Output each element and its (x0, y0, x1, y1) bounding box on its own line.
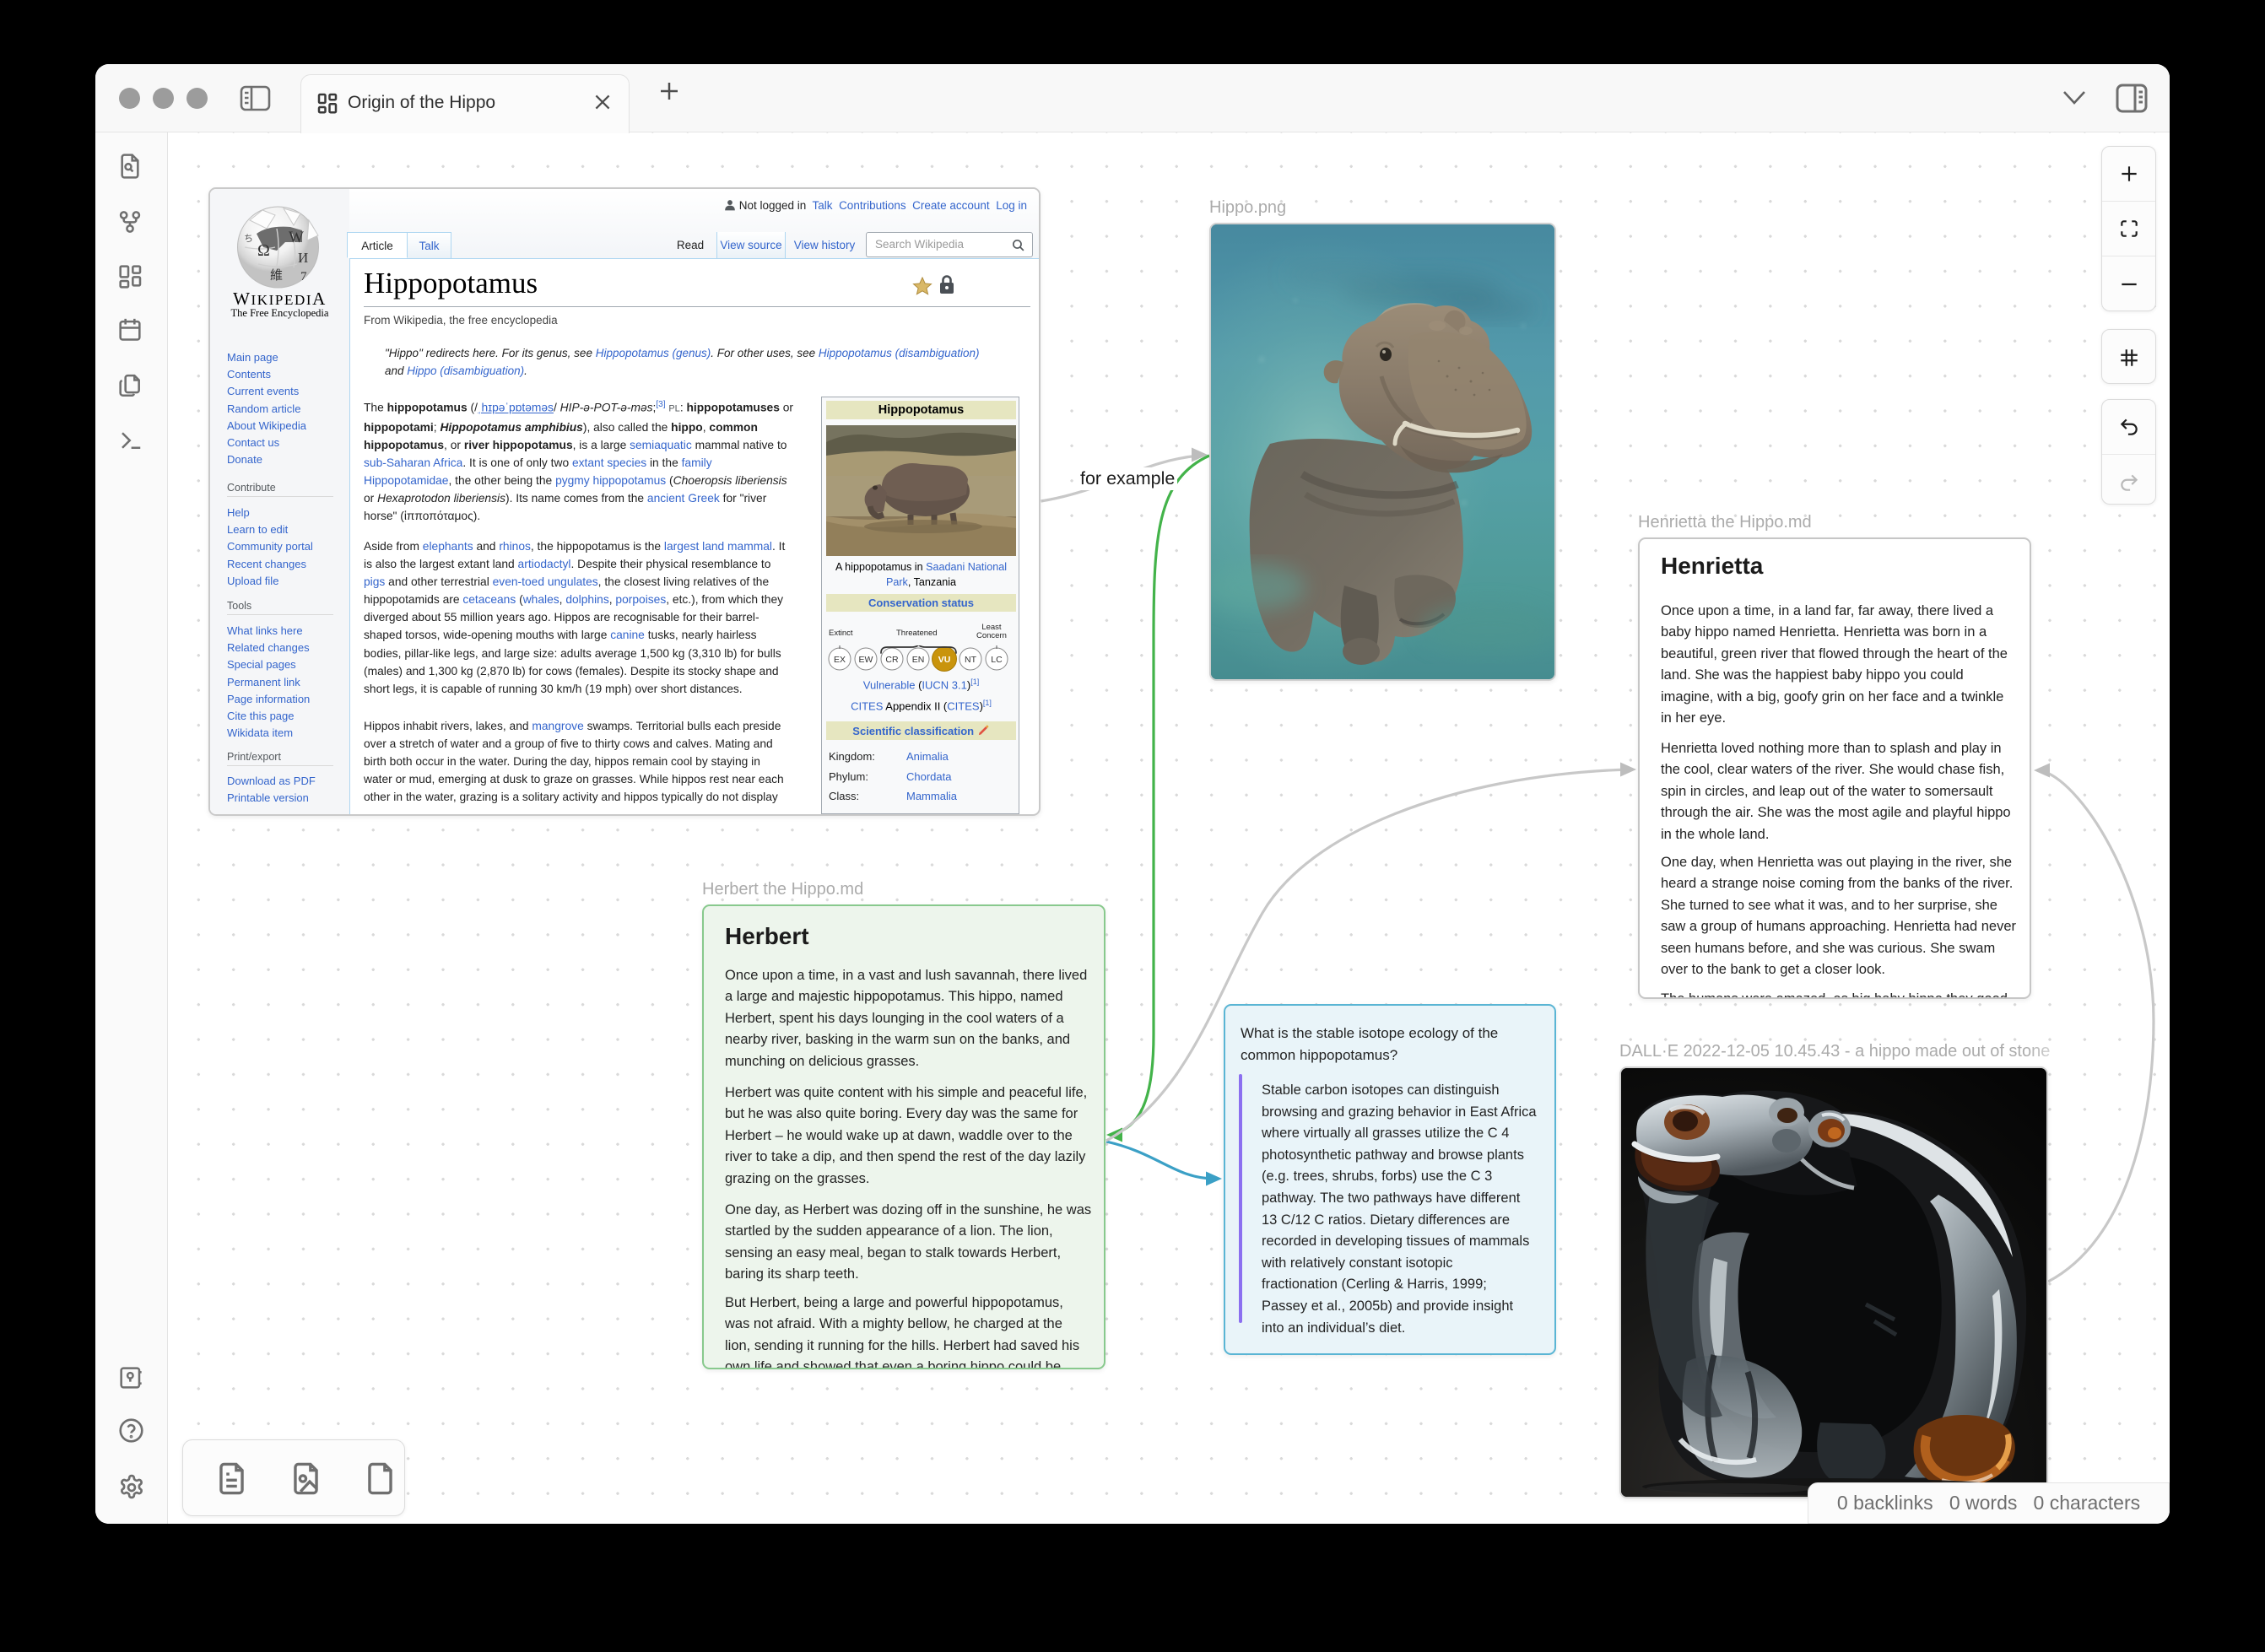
svg-text:ち: ち (244, 233, 253, 244)
svg-text:LC: LC (991, 655, 1003, 665)
svg-text:Ω: Ω (257, 241, 270, 260)
svg-text:EN: EN (912, 655, 925, 665)
svg-text:7: 7 (300, 270, 307, 283)
svg-text:NT: NT (965, 655, 977, 665)
svg-text:VU: VU (938, 655, 951, 665)
svg-text:EX: EX (834, 655, 846, 665)
svg-text:W: W (289, 229, 304, 246)
svg-text:И: И (298, 250, 308, 266)
svg-text:維: 維 (270, 268, 283, 283)
svg-text:EW: EW (859, 655, 873, 665)
svg-text:CR: CR (885, 655, 899, 665)
